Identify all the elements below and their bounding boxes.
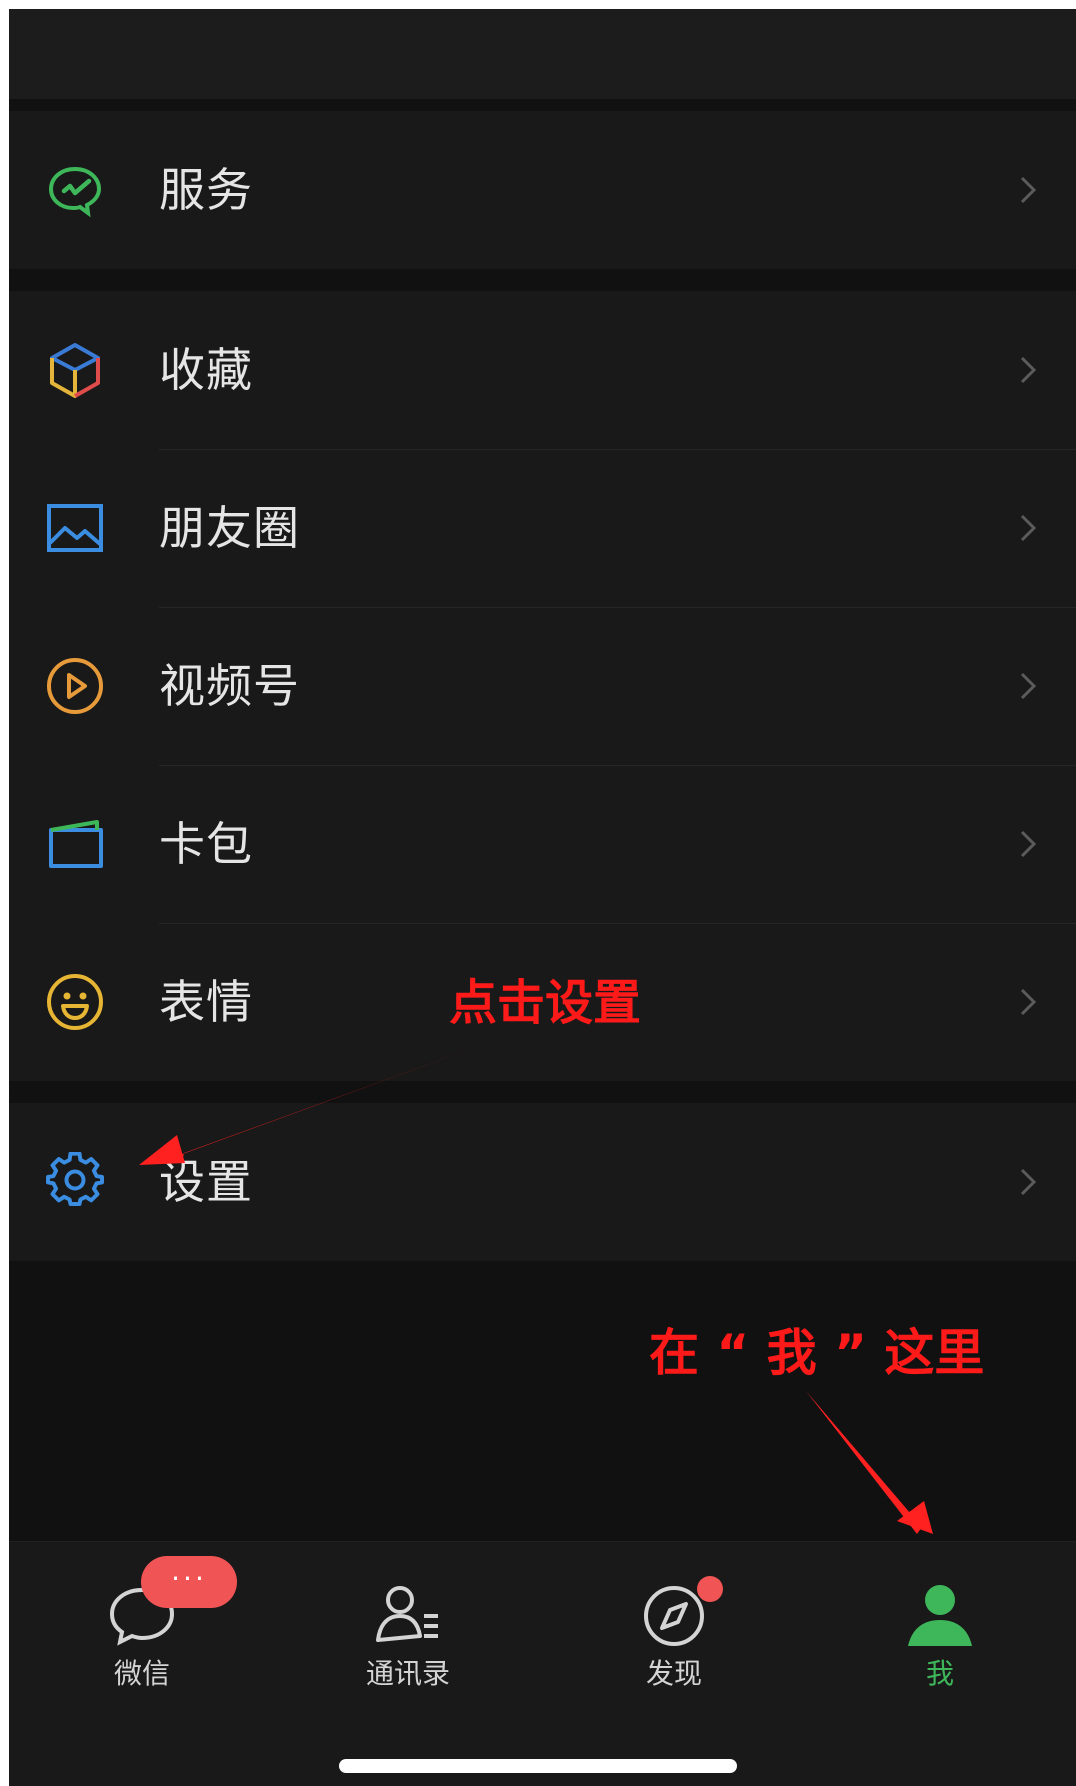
menu-item-settings[interactable]: 设置	[9, 1103, 1076, 1261]
chevron-right-icon	[1010, 984, 1046, 1020]
gear-icon	[45, 1152, 105, 1212]
menu-label-service: 服务	[159, 163, 253, 217]
menu-label-cards: 卡包	[159, 817, 253, 871]
menu-label-stickers: 表情	[159, 975, 253, 1029]
menu-label-channels: 视频号	[159, 659, 300, 713]
tab-discover[interactable]: 发现	[541, 1542, 807, 1702]
tab-label-discover: 发现	[645, 1657, 702, 1690]
menu-item-channels[interactable]: 视频号	[9, 607, 1076, 765]
chevron-right-icon	[1010, 352, 1046, 388]
menu-label-settings: 设置	[159, 1155, 253, 1209]
annotation-tap-settings: 点击设置	[449, 975, 642, 1031]
profile-area-bottom	[9, 9, 1076, 99]
tab-contacts[interactable]: 通讯录	[275, 1542, 541, 1702]
menu-item-service[interactable]: 服务	[9, 111, 1076, 269]
arrow-to-me	[806, 1391, 933, 1534]
section-settings: 设置	[9, 1103, 1076, 1261]
menu-item-moments[interactable]: 朋友圈	[9, 449, 1076, 607]
tab-label-me: 我	[925, 1657, 954, 1690]
chevron-right-icon	[1010, 510, 1046, 546]
tab-label-chats: 微信	[113, 1657, 170, 1690]
wechat-me-screen: 服务 收藏 朋友圈 视频号 卡包 表情 设置 点击设置 在 “ 我 ” 这里 微…	[9, 9, 1076, 1786]
home-indicator[interactable]	[339, 1759, 737, 1773]
menu-label-moments: 朋友圈	[159, 501, 300, 555]
play-circle-icon	[45, 656, 105, 716]
menu-label-favorites: 收藏	[159, 343, 253, 397]
contacts-icon	[370, 1576, 446, 1652]
menu-item-favorites[interactable]: 收藏	[9, 291, 1076, 449]
tab-label-contacts: 通讯录	[365, 1657, 450, 1690]
section-service: 服务	[9, 111, 1076, 269]
chevron-right-icon	[1010, 826, 1046, 862]
annotation-here-me: 在 “ 我 ” 这里	[649, 1324, 985, 1382]
discover-dot-badge	[697, 1576, 723, 1602]
smiley-icon	[45, 972, 105, 1032]
menu-item-cards[interactable]: 卡包	[9, 765, 1076, 923]
wallet-card-icon	[45, 814, 105, 874]
tab-me[interactable]: 我	[807, 1542, 1073, 1702]
tab-bar: 微信 ··· 通讯录 发现 我	[9, 1541, 1076, 1786]
chevron-right-icon	[1010, 1164, 1046, 1200]
chevron-right-icon	[1010, 172, 1046, 208]
cube-icon	[45, 340, 105, 400]
person-icon	[902, 1576, 978, 1652]
wechat-pay-check-icon	[45, 160, 105, 220]
chevron-right-icon	[1010, 668, 1046, 704]
chats-more-badge: ···	[141, 1556, 237, 1608]
picture-icon	[45, 498, 105, 558]
tab-chats[interactable]: 微信 ···	[9, 1542, 275, 1702]
